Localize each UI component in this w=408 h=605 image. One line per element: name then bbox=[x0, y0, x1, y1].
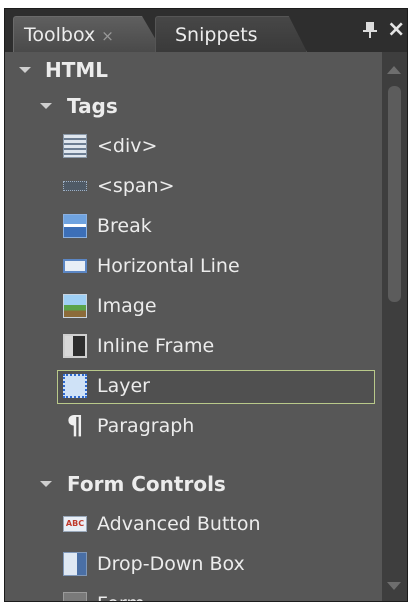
image-icon bbox=[63, 294, 87, 318]
tool-item-label: Image bbox=[97, 295, 157, 317]
paragraph-icon: ¶ bbox=[66, 411, 84, 441]
layer-icon bbox=[63, 374, 87, 398]
toolbox-panel: Toolbox × Snippets × HTML Tags <div> <sp… bbox=[4, 8, 408, 602]
tool-item-label: <span> bbox=[97, 175, 175, 197]
tool-item-form[interactable]: Form bbox=[5, 588, 382, 601]
tool-item-inline-frame[interactable]: Inline Frame bbox=[5, 330, 382, 362]
tool-item-div[interactable]: <div> bbox=[5, 130, 382, 162]
drop-down-box-icon bbox=[63, 552, 87, 576]
tool-item-break[interactable]: Break bbox=[5, 210, 382, 242]
inline-frame-icon bbox=[63, 334, 87, 358]
tool-item-label: Inline Frame bbox=[97, 335, 215, 357]
form-icon bbox=[63, 592, 87, 601]
tool-item-label: Layer bbox=[97, 375, 150, 397]
tool-item-layer[interactable]: Layer bbox=[5, 370, 382, 404]
tab-close-icon[interactable]: × bbox=[101, 27, 114, 45]
vertical-scrollbar[interactable] bbox=[382, 52, 407, 601]
scroll-up-arrow-icon[interactable] bbox=[387, 66, 401, 74]
tab-toolbox[interactable]: Toolbox × bbox=[13, 16, 163, 52]
panel-close-icon[interactable]: × bbox=[387, 19, 405, 41]
tool-item-image[interactable]: Image bbox=[5, 290, 382, 322]
tool-item-advanced-button[interactable]: ABC Advanced Button bbox=[5, 508, 382, 540]
advanced-button-icon: ABC bbox=[63, 516, 87, 532]
category-tags[interactable]: Tags bbox=[5, 90, 382, 122]
tool-item-label: Drop-Down Box bbox=[97, 553, 245, 575]
tool-item-label: Paragraph bbox=[97, 415, 195, 437]
category-form-controls-label: Form Controls bbox=[67, 472, 226, 496]
tool-item-label: Break bbox=[97, 215, 152, 237]
category-html-label: HTML bbox=[45, 58, 109, 82]
tool-item-label: <div> bbox=[97, 135, 158, 157]
tab-toolbox-label: Toolbox bbox=[24, 24, 96, 46]
category-html[interactable]: HTML bbox=[5, 54, 382, 86]
tab-snippets-label: Snippets bbox=[175, 24, 258, 46]
category-form-controls[interactable]: Form Controls bbox=[5, 468, 382, 500]
scroll-down-arrow-icon[interactable] bbox=[387, 582, 401, 590]
tab-strip: Toolbox × Snippets × bbox=[5, 9, 407, 52]
horizontal-line-icon bbox=[63, 259, 87, 273]
collapse-arrow-icon[interactable] bbox=[19, 67, 31, 73]
tool-item-label: Horizontal Line bbox=[97, 255, 240, 277]
toolbox-tree: HTML Tags <div> <span> Break Horizontal … bbox=[5, 52, 382, 601]
tool-item-label: Form bbox=[97, 588, 145, 601]
div-icon bbox=[63, 134, 87, 158]
pin-icon[interactable] bbox=[361, 21, 379, 41]
tab-snippets[interactable]: Snippets bbox=[155, 16, 307, 52]
tool-item-span[interactable]: <span> bbox=[5, 170, 382, 202]
break-icon bbox=[63, 214, 87, 238]
tool-item-label: Advanced Button bbox=[97, 513, 261, 535]
category-tags-label: Tags bbox=[67, 94, 118, 118]
tool-item-paragraph[interactable]: ¶ Paragraph bbox=[5, 410, 382, 442]
span-icon bbox=[63, 181, 87, 191]
tool-item-drop-down-box[interactable]: Drop-Down Box bbox=[5, 548, 382, 580]
tool-item-horizontal-line[interactable]: Horizontal Line bbox=[5, 250, 382, 282]
collapse-arrow-icon[interactable] bbox=[40, 103, 52, 109]
scroll-thumb[interactable] bbox=[388, 86, 401, 302]
collapse-arrow-icon[interactable] bbox=[40, 481, 52, 487]
